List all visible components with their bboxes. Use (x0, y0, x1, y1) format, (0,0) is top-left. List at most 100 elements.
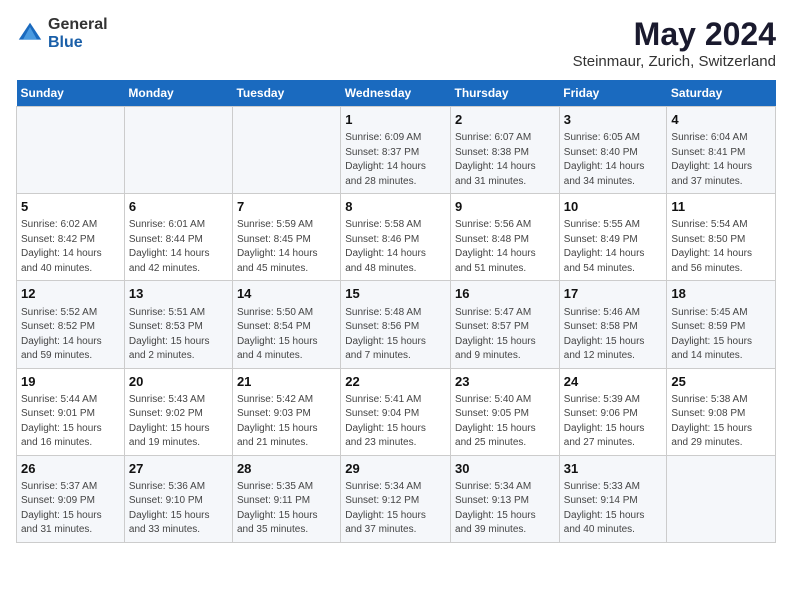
cell-line: Daylight: 15 hours (455, 423, 536, 434)
cell-line: Daylight: 14 hours (564, 161, 645, 172)
cell-content: Sunrise: 6:04 AMSunset: 8:41 PMDaylight:… (671, 131, 771, 189)
cell-line: Daylight: 15 hours (564, 423, 645, 434)
cell-content: Sunrise: 5:42 AM Sunset: 9:03 PM Daylight:… (237, 393, 336, 451)
cell-line: Sunrise: 5:35 AM (237, 481, 313, 492)
cell-content: Sunrise: 5:34 AMSunset: 9:12 PMDaylight:… (345, 480, 446, 538)
subtitle: Steinmaur, Zurich, Switzerland (573, 53, 776, 70)
cell-line: and 37 minutes. (345, 524, 416, 535)
cell-line: Sunrise: 6:01 AM (129, 219, 205, 230)
cell-content: Sunrise: 5:41 AMSunset: 9:04 PMDaylight:… (345, 393, 446, 451)
cell-line: Sunrise: 5:40 AM (455, 394, 531, 405)
cell-line: Sunrise: 5:44 AM (21, 394, 97, 405)
calendar-table: SundayMondayTuesdayWednesdayThursdayFrid… (16, 80, 776, 543)
cell-line: and 19 minutes. (129, 437, 200, 448)
day-number: 28 (237, 460, 336, 478)
day-number: 14 (237, 285, 336, 303)
cell-line: Sunrise: 5:34 AM (455, 481, 531, 492)
cell-line: Sunrise: 5:56 AM (455, 219, 531, 230)
calendar-cell: 7Sunrise: 5:59 AMSunset: 8:45 PMDaylight… (232, 194, 340, 281)
cell-line: Daylight: 15 hours (237, 336, 318, 347)
cell-content: Sunrise: 5:44 AMSunset: 9:01 PMDaylight:… (21, 393, 120, 451)
day-number: 21 (237, 373, 336, 391)
cell-line: Daylight: 14 hours (671, 248, 752, 259)
cell-line: Sunrise: 5:34 AM (345, 481, 421, 492)
cell-line: Sunrise: 6:02 AM (21, 219, 97, 230)
cell-line: and 42 minutes. (129, 263, 200, 274)
weekday-header: Thursday (451, 80, 560, 107)
calendar-cell: 27Sunrise: 5:36 AMSunset: 9:10 PMDayligh… (124, 455, 232, 542)
day-number: 12 (21, 285, 120, 303)
calendar-cell: 18Sunrise: 5:45 AMSunset: 8:59 PMDayligh… (667, 281, 776, 368)
cell-content: Sunrise: 5:36 AMSunset: 9:10 PMDaylight:… (129, 480, 228, 538)
cell-content: Sunrise: 6:09 AMSunset: 8:37 PMDaylight:… (345, 131, 446, 189)
cell-line: Sunset: 8:46 PM (345, 234, 419, 245)
calendar-cell: 29Sunrise: 5:34 AMSunset: 9:12 PMDayligh… (341, 455, 451, 542)
cell-content: Sunrise: 5:48 AMSunset: 8:56 PMDaylight:… (345, 306, 446, 364)
cell-content: Sunrise: 5:54 AMSunset: 8:50 PMDaylight:… (671, 218, 771, 276)
cell-line: Daylight: 15 hours (237, 510, 318, 521)
cell-content: Sunrise: 6:07 AMSunset: 8:38 PMDaylight:… (455, 131, 555, 189)
cell-content: Sunrise: 5:34 AM Sunset: 9:13 PM Daylight:… (455, 480, 555, 538)
cell-line: Daylight: 15 hours (129, 510, 210, 521)
cell-line: Sunrise: 5:43 AM (129, 394, 205, 405)
cell-line: Daylight: 14 hours (671, 161, 752, 172)
cell-line: Sunset: 9:03 PM (237, 408, 311, 419)
cell-content: Sunrise: 6:01 AMSunset: 8:44 PMDaylight:… (129, 218, 228, 276)
day-number: 15 (345, 285, 446, 303)
calendar-cell: 15 Sunrise: 5:48 AMSunset: 8:56 PMDayligh… (341, 281, 451, 368)
cell-line: Sunrise: 5:46 AM (564, 307, 640, 318)
cell-line: Sunrise: 5:45 AM (671, 307, 747, 318)
day-number: 4 (671, 111, 771, 129)
cell-line: Sunrise: 5:41 AM (345, 394, 421, 405)
cell-line: Daylight: 15 hours (237, 423, 318, 434)
calendar-cell: 3Sunrise: 6:05 AMSunset: 8:40 PMDaylight… (559, 107, 667, 194)
cell-line: Sunrise: 5:50 AM (237, 307, 313, 318)
cell-line: Sunset: 9:06 PM (564, 408, 638, 419)
cell-line: Sunset: 9:14 PM (564, 495, 638, 506)
calendar-cell: 28 Sunrise: 5:35 AM Sunset: 9:11 PM Dayligh… (232, 455, 340, 542)
cell-line: Daylight: 14 hours (129, 248, 210, 259)
weekday-header: Friday (559, 80, 667, 107)
cell-line: Daylight: 14 hours (237, 248, 318, 259)
cell-line: Sunrise: 5:42 AM (237, 394, 313, 405)
day-number: 7 (237, 198, 336, 216)
cell-content: Sunrise: 5:40 AM Sunset: 9:05 PM Daylight:… (455, 393, 555, 451)
day-number: 22 (345, 373, 446, 391)
cell-content: Sunrise: 5:56 AM Sunset: 8:48 PM Daylight:… (455, 218, 555, 276)
weekday-header-row: SundayMondayTuesdayWednesdayThursdayFrid… (17, 80, 776, 107)
calendar-cell: 23Sunrise: 5:40 AMSunset: 9:05 PMDayligh… (451, 368, 560, 455)
cell-content: Sunrise: 5:35 AM Sunset: 9:11 PM Daylight:… (237, 480, 336, 538)
day-number: 20 (129, 373, 228, 391)
cell-content: Sunrise: 5:50 AMSunset: 8:54 PMDaylight:… (237, 306, 336, 364)
cell-line: Sunset: 9:09 PM (21, 495, 95, 506)
cell-line: Daylight: 15 hours (455, 336, 536, 347)
cell-line: Daylight: 15 hours (671, 336, 752, 347)
day-number: 31 (564, 460, 663, 478)
cell-line: Sunset: 8:48 PM (455, 234, 529, 245)
cell-line: Sunset: 9:11 PM (237, 495, 310, 506)
calendar-cell: 11Sunrise: 5:54 AMSunset: 8:50 PMDayligh… (667, 194, 776, 281)
cell-line: Daylight: 14 hours (455, 248, 536, 259)
cell-line: and 9 minutes. (455, 350, 521, 361)
cell-line: Daylight: 15 hours (129, 336, 210, 347)
cell-line: and 34 minutes. (564, 176, 635, 187)
calendar-cell: 10Sunrise: 5:55 AMSunset: 8:49 PMDayligh… (559, 194, 667, 281)
cell-line: Sunset: 9:04 PM (345, 408, 419, 419)
cell-content: Sunrise: 5:39 AMSunset: 9:06 PMDaylight:… (564, 393, 663, 451)
cell-line: Sunset: 9:13 PM (455, 495, 529, 506)
cell-line: Sunset: 9:02 PM (129, 408, 203, 419)
cell-line: Sunset: 9:05 PM (455, 408, 529, 419)
calendar-cell: 14 Sunrise: 5:50 AMSunset: 8:54 PMDayligh… (232, 281, 340, 368)
cell-line: Sunrise: 6:05 AM (564, 132, 640, 143)
cell-line: and 39 minutes. (455, 524, 526, 535)
weekday-header: Monday (124, 80, 232, 107)
day-number: 9 (455, 198, 555, 216)
cell-content: Sunrise: 5:51 AMSunset: 8:53 PMDaylight:… (129, 306, 228, 364)
calendar-cell: 26Sunrise: 5:37 AMSunset: 9:09 PMDayligh… (17, 455, 125, 542)
weekday-header: Saturday (667, 80, 776, 107)
cell-line: Daylight: 15 hours (21, 510, 102, 521)
cell-line: Daylight: 15 hours (455, 510, 536, 521)
cell-line: and 59 minutes. (21, 350, 92, 361)
cell-line: Sunset: 8:45 PM (237, 234, 311, 245)
weekday-header: Tuesday (232, 80, 340, 107)
